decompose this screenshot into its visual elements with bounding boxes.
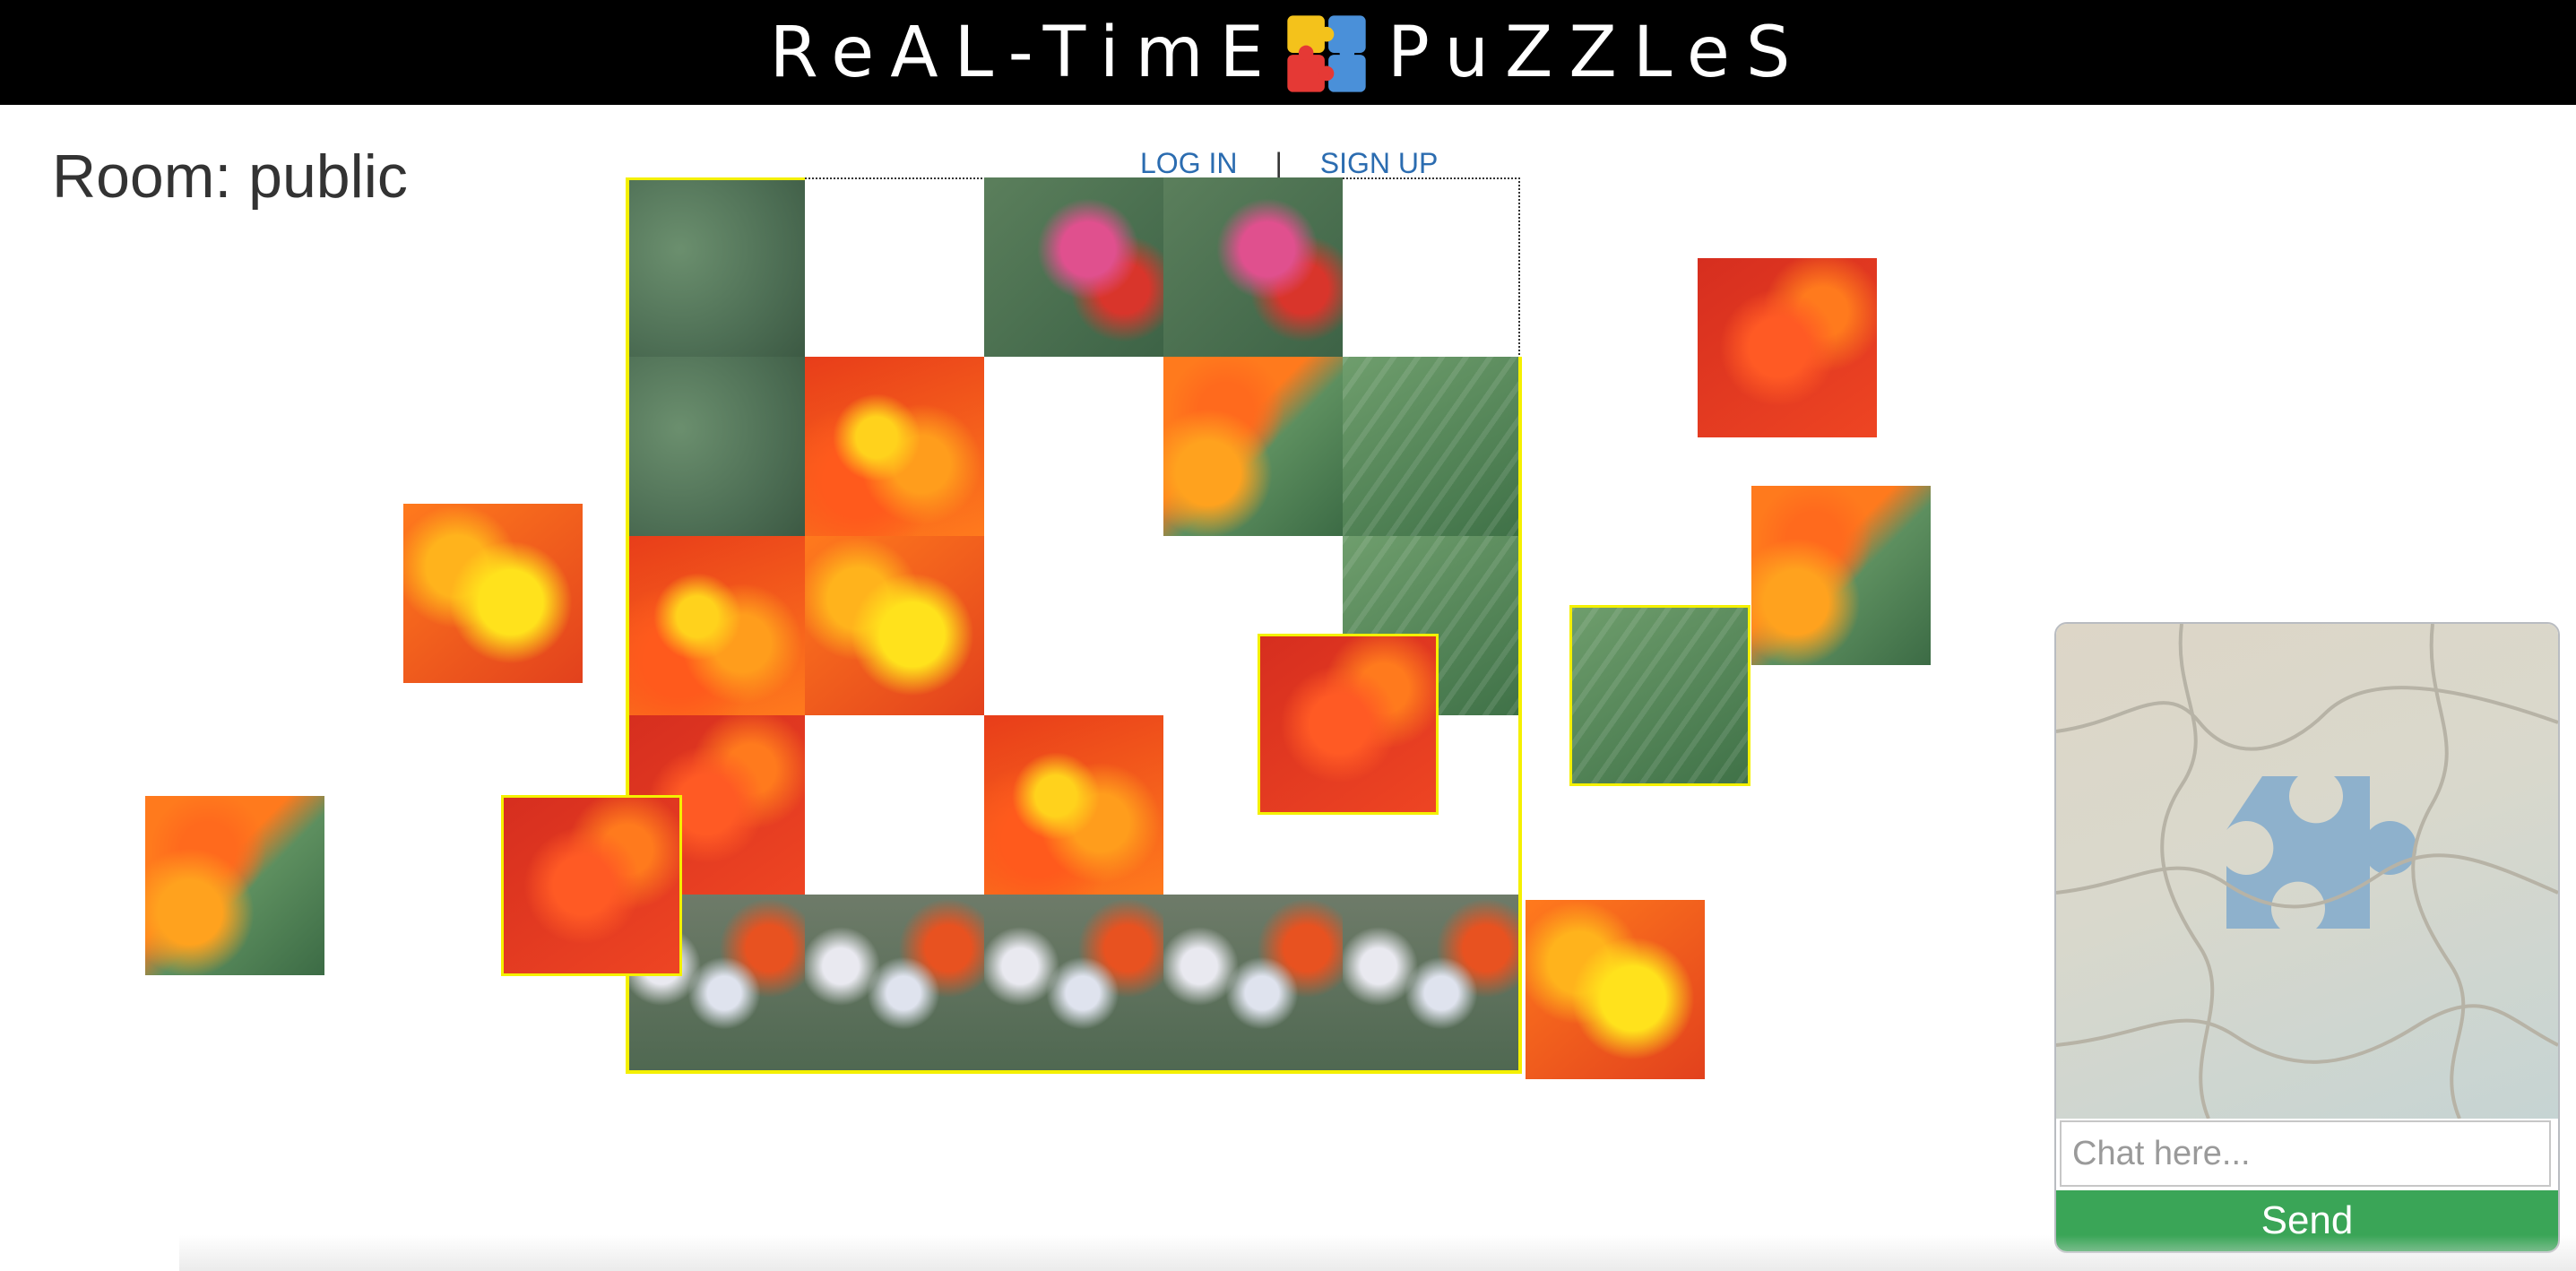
puzzle-piece[interactable]	[1163, 895, 1343, 1074]
puzzle-pieces-icon	[1287, 14, 1366, 92]
puzzle-piece[interactable]	[984, 177, 1163, 357]
jigsaw-puzzle-illustration	[2056, 624, 2558, 1120]
board-highlight-right	[1518, 357, 1522, 1074]
puzzle-piece[interactable]	[1343, 895, 1522, 1074]
loose-puzzle-piece[interactable]	[1698, 258, 1877, 437]
puzzle-piece[interactable]	[1163, 357, 1343, 536]
chat-panel: Send	[2054, 622, 2560, 1253]
puzzle-piece[interactable]	[1343, 357, 1522, 536]
loose-puzzle-piece[interactable]	[1751, 486, 1931, 665]
loose-puzzle-piece[interactable]	[1526, 900, 1705, 1079]
puzzle-piece[interactable]	[984, 715, 1163, 895]
puzzle-piece[interactable]	[805, 895, 984, 1074]
puzzle-piece[interactable]	[805, 536, 984, 715]
loose-puzzle-piece[interactable]	[1569, 605, 1750, 786]
login-link[interactable]: LOG IN	[1140, 147, 1237, 180]
auth-separator: |	[1275, 147, 1283, 179]
puzzle-piece[interactable]	[984, 895, 1163, 1074]
puzzle-piece[interactable]	[626, 536, 805, 715]
dragged-puzzle-piece[interactable]	[1258, 634, 1439, 815]
puzzle-piece[interactable]	[626, 177, 805, 357]
auth-links: LOG IN | SIGN UP	[1140, 147, 1438, 180]
puzzle-piece[interactable]	[1163, 177, 1343, 357]
board-highlight-top	[626, 177, 805, 180]
chat-input[interactable]	[2060, 1120, 2551, 1187]
app-title-left: ReAL-TimE	[769, 12, 1280, 93]
loose-puzzle-piece[interactable]	[501, 795, 682, 976]
app-title-right: PuZZLeS	[1387, 12, 1807, 93]
signup-link[interactable]: SIGN UP	[1320, 147, 1439, 180]
footer-shade	[179, 1235, 2576, 1271]
loose-puzzle-piece[interactable]	[403, 504, 583, 683]
room-title: Room: public	[52, 143, 408, 211]
puzzle-piece[interactable]	[805, 357, 984, 536]
jigsaw-art-icon	[2056, 624, 2558, 1120]
app-header: ReAL-TimE PuZZLeS	[0, 0, 2576, 105]
board-highlight-bottom	[626, 1070, 1522, 1074]
loose-puzzle-piece[interactable]	[145, 796, 324, 975]
puzzle-piece[interactable]	[626, 357, 805, 536]
